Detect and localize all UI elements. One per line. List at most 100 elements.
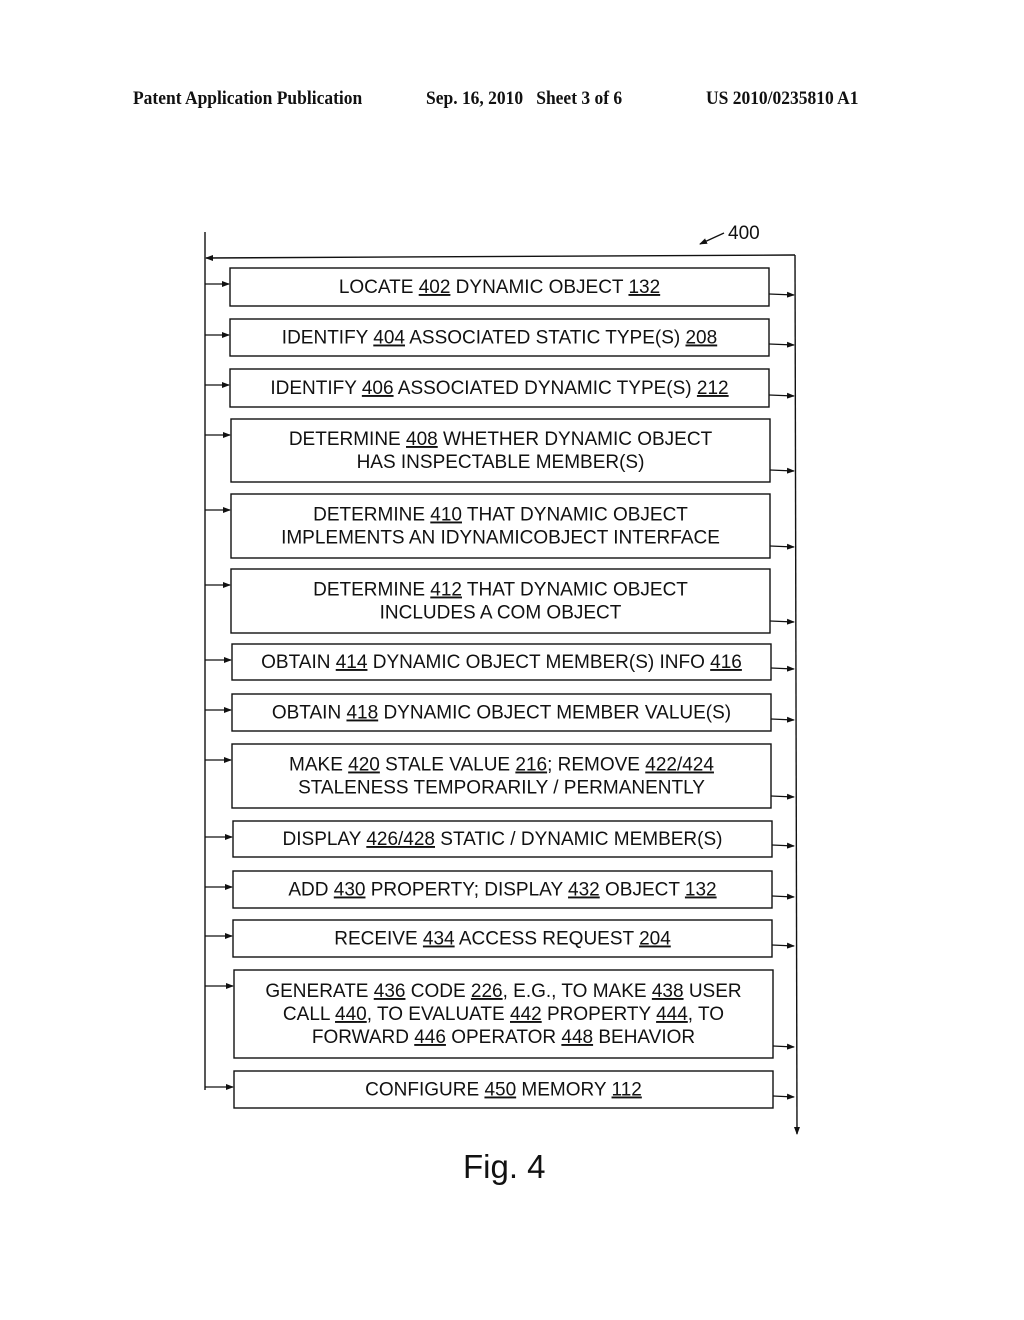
step-text-line: IDENTIFY 406 ASSOCIATED DYNAMIC TYPE(S) … bbox=[270, 378, 728, 399]
step-text: OPERATOR bbox=[446, 1027, 561, 1048]
step-text: BEHAVIOR bbox=[593, 1027, 695, 1048]
step-414: OBTAIN 414 DYNAMIC OBJECT MEMBER(S) INFO… bbox=[205, 643, 795, 681]
step-text-line: IMPLEMENTS AN IDYNAMICOBJECT INTERFACE bbox=[281, 528, 720, 549]
reference-numeral: 416 bbox=[710, 652, 742, 673]
step-text-line: GENERATE 436 CODE 226, E.G., TO MAKE 438… bbox=[265, 981, 741, 1002]
step-text: WHETHER DYNAMIC OBJECT bbox=[438, 429, 713, 450]
step-text-line: FORWARD 446 OPERATOR 448 BEHAVIOR bbox=[312, 1027, 695, 1048]
step-434: RECEIVE 434 ACCESS REQUEST 204 bbox=[205, 919, 795, 958]
reference-numeral: 410 bbox=[430, 505, 462, 526]
step-text: GENERATE bbox=[265, 981, 373, 1002]
exit-arrow bbox=[771, 942, 795, 949]
step-text-line: STALENESS TEMPORARILY / PERMANENTLY bbox=[298, 778, 705, 799]
step-text: DYNAMIC OBJECT bbox=[450, 277, 628, 298]
exit-arrow bbox=[770, 665, 795, 672]
reference-numeral: 406 bbox=[362, 378, 394, 399]
step-text: CONFIGURE bbox=[365, 1080, 484, 1101]
step-text: , TO bbox=[688, 1004, 724, 1025]
reference-numeral: 444 bbox=[656, 1004, 688, 1025]
step-text: RECEIVE bbox=[334, 929, 423, 950]
reference-numeral: 430 bbox=[334, 880, 366, 901]
reference-numeral: 414 bbox=[336, 652, 368, 673]
flowchart-diagram: LOCATE 402 DYNAMIC OBJECT 132 IDENTIFY 40… bbox=[204, 223, 800, 1185]
step-text-line: HAS INSPECTABLE MEMBER(S) bbox=[357, 452, 645, 473]
exit-arrow bbox=[768, 291, 795, 298]
step-420: MAKE 420 STALE VALUE 216; REMOVE 422/424… bbox=[205, 743, 795, 809]
reference-numeral: 448 bbox=[561, 1027, 593, 1048]
step-text: OBJECT bbox=[600, 880, 685, 901]
step-text: DETERMINE bbox=[313, 580, 430, 601]
exit-arrow bbox=[768, 392, 795, 399]
step-text-line: RECEIVE 434 ACCESS REQUEST 204 bbox=[334, 929, 671, 950]
reference-numeral: 204 bbox=[639, 929, 671, 950]
step-text-line: MAKE 420 STALE VALUE 216; REMOVE 422/424 bbox=[289, 755, 714, 776]
step-text-line: INCLUDES A COM OBJECT bbox=[380, 603, 622, 624]
reference-numeral: 132 bbox=[685, 880, 717, 901]
step-text: DETERMINE bbox=[289, 429, 406, 450]
reference-numeral: 450 bbox=[484, 1080, 516, 1101]
reference-numeral: 408 bbox=[406, 429, 438, 450]
exit-arrow bbox=[769, 467, 795, 474]
step-text: DISPLAY bbox=[283, 829, 367, 850]
exit-arrow bbox=[772, 1043, 795, 1050]
reference-numeral: 412 bbox=[430, 580, 462, 601]
step-text: ASSOCIATED STATIC TYPE(S) bbox=[405, 328, 685, 349]
reference-numeral: 434 bbox=[423, 929, 455, 950]
reference-numeral: 216 bbox=[515, 755, 547, 776]
reference-numeral: 132 bbox=[628, 277, 660, 298]
step-text: ADD bbox=[288, 880, 333, 901]
step-text: , TO EVALUATE bbox=[367, 1004, 510, 1025]
reference-numeral: 426/428 bbox=[366, 829, 435, 850]
step-text: ACCESS REQUEST bbox=[455, 929, 639, 950]
step-text: , E.G., TO MAKE bbox=[503, 981, 652, 1002]
step-408: DETERMINE 408 WHETHER DYNAMIC OBJECTHAS … bbox=[205, 418, 795, 483]
step-text: HAS INSPECTABLE MEMBER(S) bbox=[357, 452, 645, 473]
step-text: OBTAIN bbox=[272, 703, 347, 724]
step-text: THAT DYNAMIC OBJECT bbox=[462, 580, 688, 601]
step-text: OBTAIN bbox=[261, 652, 336, 673]
step-text: STATIC / DYNAMIC MEMBER(S) bbox=[435, 829, 722, 850]
step-text: THAT DYNAMIC OBJECT bbox=[462, 505, 688, 526]
step-text-line: DETERMINE 410 THAT DYNAMIC OBJECT bbox=[313, 505, 688, 526]
exit-arrow bbox=[769, 543, 795, 550]
step-418: OBTAIN 418 DYNAMIC OBJECT MEMBER VALUE(S… bbox=[205, 693, 795, 732]
step-450: CONFIGURE 450 MEMORY 112 bbox=[205, 1070, 795, 1109]
step-text-line: DISPLAY 426/428 STATIC / DYNAMIC MEMBER(… bbox=[283, 829, 723, 850]
step-426: DISPLAY 426/428 STATIC / DYNAMIC MEMBER(… bbox=[205, 820, 795, 858]
step-text: MEMORY bbox=[516, 1080, 611, 1101]
step-text: PROPERTY bbox=[542, 1004, 656, 1025]
step-436: GENERATE 436 CODE 226, E.G., TO MAKE 438… bbox=[205, 969, 795, 1059]
step-text-line: IDENTIFY 404 ASSOCIATED STATIC TYPE(S) 2… bbox=[282, 328, 717, 349]
exit-arrow bbox=[768, 341, 795, 348]
step-text-line: DETERMINE 412 THAT DYNAMIC OBJECT bbox=[313, 580, 688, 601]
flow-steps: LOCATE 402 DYNAMIC OBJECT 132 IDENTIFY 40… bbox=[205, 267, 795, 1109]
step-text: DYNAMIC OBJECT MEMBER(S) INFO bbox=[367, 652, 710, 673]
right-exit-line bbox=[793, 254, 800, 1135]
exit-arrow bbox=[769, 618, 795, 625]
step-404: IDENTIFY 404 ASSOCIATED STATIC TYPE(S) 2… bbox=[205, 318, 795, 357]
step-402: LOCATE 402 DYNAMIC OBJECT 132 bbox=[205, 267, 795, 307]
reference-numeral: 208 bbox=[685, 328, 717, 349]
figure-label: Fig. 4 bbox=[463, 1148, 546, 1185]
step-text-line: OBTAIN 418 DYNAMIC OBJECT MEMBER VALUE(S… bbox=[272, 703, 731, 724]
reference-numeral: 436 bbox=[374, 981, 406, 1002]
exit-arrow bbox=[770, 793, 795, 800]
reference-pointer-arrow bbox=[699, 232, 725, 245]
step-text: CALL bbox=[283, 1004, 335, 1025]
reference-numeral: 402 bbox=[419, 277, 451, 298]
step-text: ASSOCIATED DYNAMIC TYPE(S) bbox=[394, 378, 697, 399]
reference-numeral: 438 bbox=[652, 981, 684, 1002]
reference-numeral: 112 bbox=[612, 1080, 642, 1101]
step-412: DETERMINE 412 THAT DYNAMIC OBJECTINCLUDE… bbox=[205, 568, 795, 634]
reference-numeral: 432 bbox=[568, 880, 600, 901]
step-text: IDENTIFY bbox=[270, 378, 362, 399]
reference-numeral: 418 bbox=[346, 703, 378, 724]
reference-numeral: 422/424 bbox=[645, 755, 714, 776]
step-text-line: CALL 440, TO EVALUATE 442 PROPERTY 444, … bbox=[283, 1004, 724, 1025]
exit-arrow bbox=[771, 893, 795, 900]
reference-numeral: 404 bbox=[373, 328, 405, 349]
step-text: PROPERTY; DISPLAY bbox=[365, 880, 568, 901]
step-text-line: OBTAIN 414 DYNAMIC OBJECT MEMBER(S) INFO… bbox=[261, 652, 742, 673]
reference-numeral: 440 bbox=[335, 1004, 367, 1025]
step-430: ADD 430 PROPERTY; DISPLAY 432 OBJECT 132 bbox=[205, 870, 795, 909]
